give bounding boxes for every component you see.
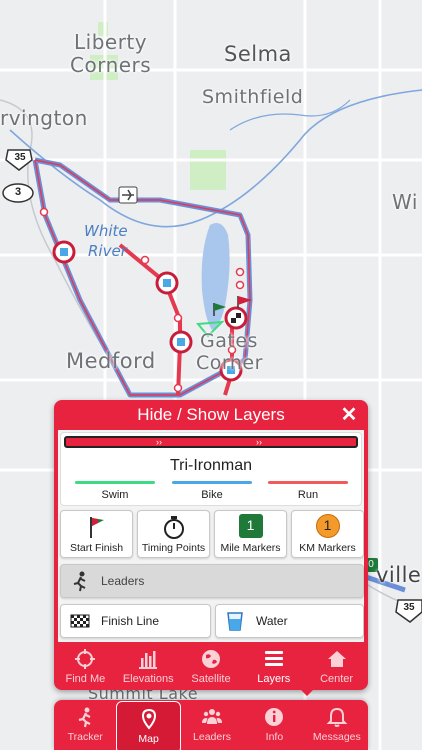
tab-find-me[interactable]: Find Me xyxy=(54,644,117,690)
crosshair-icon xyxy=(75,649,96,669)
tab-label: Find Me xyxy=(65,673,106,685)
swim-legend-label: Swim xyxy=(101,489,129,501)
route-strip-arrow: ›› xyxy=(156,437,162,447)
us-35-shield-label: 35 xyxy=(14,152,26,163)
km-markers-toggle[interactable]: 1 KM Markers xyxy=(291,510,364,558)
tile-label: Mile Markers xyxy=(220,542,281,554)
close-icon[interactable]: ✕ xyxy=(338,404,360,426)
place-label: Corners xyxy=(70,53,152,77)
place-label: Liberty xyxy=(74,30,148,54)
info-icon xyxy=(265,708,284,726)
layers-panel: Hide / Show Layers ✕ ›› ›› Tri-Ironman S… xyxy=(54,400,368,696)
start-flag-icon xyxy=(89,517,104,538)
tab-center[interactable]: Center xyxy=(305,644,368,690)
nav-info[interactable]: Info xyxy=(243,700,305,750)
checkered-flag-icon xyxy=(70,614,90,628)
water-toggle[interactable]: Water xyxy=(215,604,364,638)
route-strip: ›› ›› xyxy=(64,436,358,448)
panel-header: Hide / Show Layers ✕ xyxy=(54,400,368,430)
nav-tracker[interactable]: Tracker xyxy=(54,700,116,750)
us-35-shield-bottom-label: 35 xyxy=(403,602,415,613)
elevation-chart-icon xyxy=(139,651,158,669)
start-finish-toggle[interactable]: Start Finish xyxy=(60,510,133,558)
tab-label: Center xyxy=(320,673,354,685)
finish-line-label: Finish Line xyxy=(101,614,160,628)
map-tools-bar: Find Me Elevations Satellite Layers Cent… xyxy=(54,644,368,690)
tab-elevations[interactable]: Elevations xyxy=(117,644,180,690)
bottom-nav: Tracker Map Leaders Info Messages xyxy=(54,700,368,750)
place-label: Selma xyxy=(224,42,292,66)
stopwatch-icon xyxy=(163,516,184,539)
bike-legend-label: Bike xyxy=(201,489,223,501)
nav-label: Messages xyxy=(312,731,361,743)
group-icon xyxy=(202,709,223,724)
airport-icon xyxy=(118,186,138,204)
home-icon xyxy=(327,651,346,667)
place-label: Medford xyxy=(66,349,156,373)
river-label: White xyxy=(84,222,128,240)
place-label: Wi xyxy=(392,190,418,214)
tile-label: Timing Points xyxy=(141,542,206,554)
finish-marker[interactable] xyxy=(224,306,248,330)
tab-satellite[interactable]: Satellite xyxy=(180,644,243,690)
place-label: ville xyxy=(376,563,422,587)
timing-points-toggle[interactable]: Timing Points xyxy=(137,510,210,558)
nav-label: Leaders xyxy=(193,731,231,743)
park-area xyxy=(190,150,226,190)
place-label: Corner xyxy=(196,352,263,374)
water-label: Water xyxy=(256,614,288,628)
tile-label: Start Finish xyxy=(69,542,124,554)
runner-icon xyxy=(73,571,86,592)
tile-label: KM Markers xyxy=(299,542,356,554)
route-strip-arrow: ›› xyxy=(256,437,262,447)
tab-label: Elevations xyxy=(122,673,174,685)
nav-messages[interactable]: Messages xyxy=(306,700,368,750)
swim-legend-line xyxy=(75,481,155,484)
river-label: River xyxy=(88,242,127,260)
tab-label: Layers xyxy=(257,673,291,685)
map-pin-icon xyxy=(141,708,156,730)
bike-legend-line xyxy=(172,481,252,484)
runner-icon xyxy=(78,707,91,728)
km-marker-badge: 1 xyxy=(323,517,332,533)
water-cup-icon xyxy=(227,612,243,631)
road-3-shield-label: 3 xyxy=(14,186,22,198)
layers-icon xyxy=(264,651,283,666)
bell-icon xyxy=(326,707,348,727)
mile-markers-toggle[interactable]: 1 Mile Markers xyxy=(214,510,287,558)
tab-label: Satellite xyxy=(191,673,231,685)
nav-label: Info xyxy=(265,731,284,743)
mile-marker-badge: 1 xyxy=(246,517,255,533)
run-legend-line xyxy=(268,481,348,484)
place-label: Smithfield xyxy=(202,86,304,108)
globe-icon xyxy=(201,650,220,668)
leaders-toggle[interactable]: Leaders xyxy=(60,564,364,598)
run-legend-label: Run xyxy=(297,489,319,501)
nav-label: Map xyxy=(138,733,159,745)
nav-map[interactable]: Map xyxy=(116,701,181,750)
route-name: Tri-Ironman xyxy=(169,457,253,474)
place-label: Gates xyxy=(200,330,258,352)
nav-label: Tracker xyxy=(67,731,103,743)
leaders-label: Leaders xyxy=(101,574,145,588)
tab-layers[interactable]: Layers xyxy=(242,644,305,690)
nav-leaders[interactable]: Leaders xyxy=(181,700,243,750)
panel-body: ›› ›› Tri-Ironman Swim Bike Run Start Fi… xyxy=(58,430,364,642)
panel-title: Hide / Show Layers xyxy=(137,405,285,424)
route-toggle-card[interactable]: ›› ›› Tri-Ironman Swim Bike Run xyxy=(60,432,362,506)
active-tab-pointer xyxy=(301,690,313,696)
place-label: rvington xyxy=(0,106,88,130)
finish-line-toggle[interactable]: Finish Line xyxy=(60,604,211,638)
